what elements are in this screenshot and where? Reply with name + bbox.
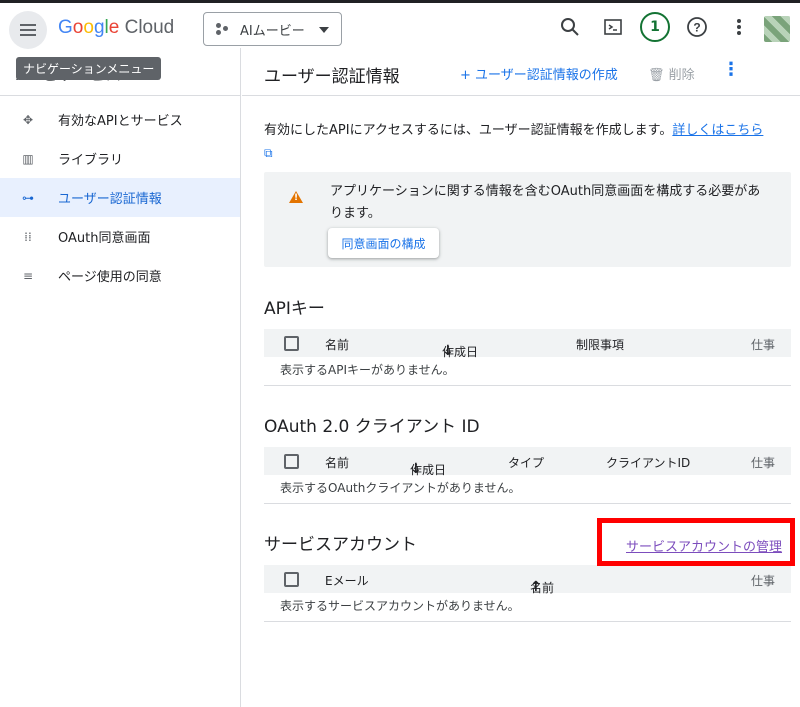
empty-row: 表示するサービスアカウントがありません。: [264, 593, 791, 622]
more-vert-icon[interactable]: ⋮: [722, 59, 740, 80]
empty-row: 表示するAPIキーがありません。: [264, 357, 791, 386]
select-all-checkbox[interactable]: [284, 454, 299, 469]
settings-list-icon: ≡: [22, 268, 34, 283]
col-name[interactable]: 名前: [325, 336, 349, 353]
sidebar-item-library[interactable]: ▥ ライブラリ: [0, 139, 240, 178]
project-name: AIムービー: [240, 23, 305, 39]
page-header: ユーザー認証情報 + ユーザー認証情報の作成 🗑 削除 ⋮: [242, 48, 800, 96]
col-actions: 仕事: [751, 456, 776, 470]
sidebar-item-label: ページ使用の同意: [58, 270, 162, 285]
create-credentials-button[interactable]: + ユーザー認証情報の作成: [460, 64, 618, 83]
learn-more-link[interactable]: 詳しくはこちら: [672, 123, 763, 138]
delete-button[interactable]: 🗑 削除: [648, 64, 695, 83]
google-cloud-logo[interactable]: Google Cloud: [58, 17, 174, 39]
arrow-up-icon: ↑: [530, 579, 542, 595]
select-all-checkbox[interactable]: [284, 336, 299, 351]
sidebar-item-oauth-consent[interactable]: ⁞⁞ OAuth同意画面: [0, 217, 240, 256]
service-accounts-table: Eメール 名前 ↑ 仕事 表示するサービスアカウントがありません。: [264, 565, 791, 622]
table-header: 名前 作成日 ↓ 制限事項 仕事: [264, 329, 791, 359]
col-actions: 仕事: [751, 338, 776, 352]
key-icon: ⊶: [22, 190, 34, 205]
table-header: Eメール 名前 ↑ 仕事: [264, 565, 791, 595]
sidebar-item-page-usage-agreement[interactable]: ≡ ページ使用の同意: [0, 256, 240, 295]
empty-row: 表示するOAuthクライアントがありません。: [264, 475, 791, 504]
main-content: ユーザー認証情報 + ユーザー認証情報の作成 🗑 削除 ⋮ 有効にしたAPIにア…: [242, 48, 800, 707]
col-restrictions[interactable]: 制限事項: [576, 336, 624, 353]
configure-consent-button[interactable]: 同意画面の構成: [328, 228, 439, 258]
trash-icon: 🗑: [648, 68, 665, 83]
page-title: ユーザー認証情報: [264, 67, 400, 87]
nav-menu-tooltip: ナビゲーションメニュー: [16, 57, 162, 80]
service-accounts-title: サービスアカウント: [264, 535, 417, 555]
library-icon: ▥: [22, 151, 34, 166]
project-selector[interactable]: AIムービー: [203, 12, 342, 46]
col-actions: 仕事: [751, 574, 776, 588]
api-icon: ✥: [22, 112, 34, 127]
notifications-badge[interactable]: 1: [640, 12, 670, 42]
cloud-shell-icon[interactable]: [601, 15, 625, 39]
sidebar-item-label: 有効なAPIとサービス: [58, 114, 183, 129]
api-keys-table: 名前 作成日 ↓ 制限事項 仕事 表示するAPIキーがありません。: [264, 329, 791, 386]
search-icon[interactable]: [558, 15, 582, 39]
api-keys-title: APIキー: [264, 299, 325, 319]
help-icon[interactable]: ?: [685, 15, 709, 39]
col-name[interactable]: 名前: [325, 454, 349, 471]
col-type[interactable]: タイプ: [508, 454, 544, 471]
col-email[interactable]: Eメール: [325, 572, 369, 589]
arrow-down-icon: ↓: [442, 343, 454, 359]
intro-sentence: 有効にしたAPIにアクセスするには、ユーザー認証情報を作成します。: [264, 123, 673, 138]
external-link-icon[interactable]: ⧉: [264, 146, 273, 160]
chevron-down-icon: [319, 27, 329, 33]
sidebar: APIとサービス ✥ 有効なAPIとサービス ▥ ライブラリ ⊶ ユーザー認証情…: [0, 48, 241, 707]
warning-text: アプリケーションに関する情報を含むOAuth同意画面を構成する必要があります。: [330, 184, 761, 221]
top-bar: Google Cloud AIムービー 1 ?: [0, 3, 800, 49]
sidebar-item-credentials[interactable]: ⊶ ユーザー認証情報: [0, 178, 240, 217]
oauth-table: 名前 作成日 ↓ タイプ クライアントID 仕事 表示するOAuthクライアント…: [264, 447, 791, 504]
avatar[interactable]: [764, 16, 790, 42]
table-header: 名前 作成日 ↓ タイプ クライアントID 仕事: [264, 447, 791, 477]
oauth-title: OAuth 2.0 クライアント ID: [264, 417, 480, 437]
sidebar-list: ✥ 有効なAPIとサービス ▥ ライブラリ ⊶ ユーザー認証情報 ⁞⁞ OAut…: [0, 96, 240, 295]
col-client-id[interactable]: クライアントID: [606, 454, 690, 471]
oauth-icon: ⁞⁞: [24, 229, 32, 244]
sidebar-item-enabled-apis[interactable]: ✥ 有効なAPIとサービス: [0, 100, 240, 139]
sidebar-item-label: ユーザー認証情報: [58, 192, 162, 207]
more-vert-icon[interactable]: [727, 15, 751, 39]
select-all-checkbox[interactable]: [284, 572, 299, 587]
warning-panel: ! アプリケーションに関する情報を含むOAuth同意画面を構成する必要があります…: [264, 172, 791, 267]
warning-icon: !: [289, 191, 303, 203]
sidebar-item-label: OAuth同意画面: [58, 231, 151, 246]
hamburger-menu-icon[interactable]: [9, 11, 47, 49]
sidebar-item-label: ライブラリ: [58, 153, 124, 168]
svg-text:?: ?: [693, 21, 700, 35]
intro-text: 有効にしたAPIにアクセスするには、ユーザー認証情報を作成します。詳しくはこちら…: [264, 120, 764, 165]
project-icon: [216, 23, 230, 35]
arrow-down-icon: ↓: [410, 461, 422, 477]
delete-label: 削除: [668, 68, 695, 83]
highlight-box: [597, 518, 795, 566]
